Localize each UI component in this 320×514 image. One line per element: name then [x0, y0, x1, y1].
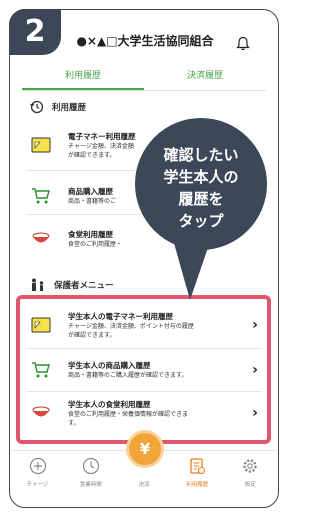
nav-settings[interactable]: 設定 — [224, 451, 277, 501]
nav-label: 設定 — [244, 482, 256, 488]
usage-section-header: 利用履歴 — [30, 100, 86, 114]
tab-divider — [22, 90, 266, 91]
callout-bubble: 確認したい 学生本人の 履歴を タップ — [135, 118, 267, 250]
emoney-card-icon — [31, 137, 51, 153]
callout-line-3: 履歴を — [178, 190, 224, 208]
yen-icon[interactable]: ¥ — [126, 430, 164, 468]
guardian-section-title: 保護者メニュー — [54, 281, 114, 291]
family-icon — [32, 278, 44, 291]
history-icon — [190, 458, 206, 475]
guardian-section-header: 保護者メニュー — [30, 278, 114, 292]
highlight-box — [16, 295, 271, 444]
tab-usage-history[interactable]: 利用履歴 — [22, 68, 144, 90]
clock-icon — [82, 457, 99, 475]
nav-label: チャージ — [26, 482, 49, 488]
plus-circle-icon — [29, 457, 46, 475]
step-badge: 2 — [9, 9, 61, 55]
nav-label: 決済 — [138, 482, 150, 488]
callout-line-1: 確認したい — [163, 146, 239, 164]
nav-charge[interactable]: チャージ — [11, 451, 64, 501]
rice-bowl-icon — [32, 232, 50, 243]
gear-icon — [243, 459, 258, 473]
nav-label: 利用履歴 — [186, 482, 209, 488]
history-icon — [30, 100, 44, 114]
nav-hours[interactable]: 営業時間 — [64, 451, 117, 501]
nav-label: 営業時間 — [79, 482, 102, 488]
tab-payment-history[interactable]: 決済履歴 — [144, 68, 266, 90]
callout-line-2: 学生本人の — [163, 168, 239, 186]
callout-line-4: タップ — [178, 212, 224, 230]
history-tabs: 利用履歴 決済履歴 — [22, 68, 266, 90]
shopping-cart-icon — [32, 188, 50, 204]
bell-icon[interactable] — [236, 36, 250, 51]
usage-section-title: 利用履歴 — [52, 103, 87, 113]
nav-usage-history[interactable]: 利用履歴 — [171, 451, 224, 501]
